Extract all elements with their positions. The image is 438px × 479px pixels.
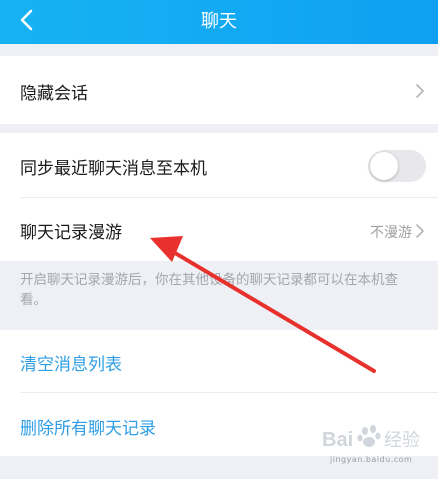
clear-message-list-button[interactable]: 清空消息列表: [0, 330, 438, 392]
row-hide-sessions-label: 隐藏会话: [20, 84, 88, 104]
svg-text:经验: 经验: [384, 430, 420, 451]
row-sync-recent-label: 同步最近聊天消息至本机: [20, 159, 207, 179]
sync-recent-toggle[interactable]: [368, 150, 426, 182]
row-roaming-value: 不漫游: [370, 225, 412, 241]
clear-message-list-label: 清空消息列表: [20, 355, 122, 375]
toggle-knob: [370, 152, 398, 180]
delete-all-records-label: 删除所有聊天记录: [20, 419, 156, 439]
row-hide-sessions[interactable]: 隐藏会话: [0, 56, 438, 124]
nav-header: 聊天: [0, 0, 438, 44]
group-hide-sessions: 隐藏会话: [0, 56, 438, 124]
page-title: 聊天: [201, 11, 237, 32]
watermark-url: jingyan.baidu.com: [330, 455, 413, 464]
svg-text:Bai: Bai: [322, 429, 353, 451]
row-roaming-label: 聊天记录漫游: [20, 223, 122, 243]
chevron-right-icon: [416, 224, 424, 238]
roaming-hint-text: 开启聊天记录漫游后，你在其他设备的聊天记录都可以在本机查看。: [20, 272, 398, 308]
chevron-right-icon: [416, 84, 424, 98]
